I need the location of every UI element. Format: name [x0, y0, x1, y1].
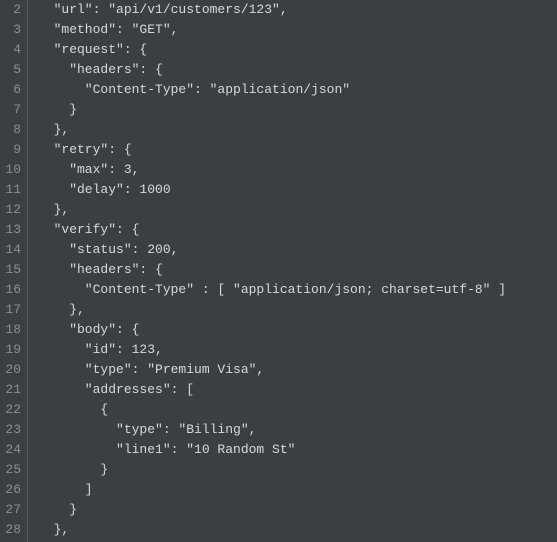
line-number: 5	[4, 60, 21, 80]
line-number: 3	[4, 20, 21, 40]
line-number: 6	[4, 80, 21, 100]
code-line[interactable]: },	[38, 520, 506, 540]
code-line[interactable]: }	[38, 500, 506, 520]
line-number: 19	[4, 340, 21, 360]
line-number: 8	[4, 120, 21, 140]
code-line[interactable]: "type": "Billing",	[38, 420, 506, 440]
line-number: 28	[4, 520, 21, 540]
code-line[interactable]: },	[38, 120, 506, 140]
code-line[interactable]: "Content-Type": "application/json"	[38, 80, 506, 100]
code-content[interactable]: "url": "api/v1/customers/123", "method":…	[28, 0, 506, 542]
code-line[interactable]: "status": 200,	[38, 240, 506, 260]
code-line[interactable]: "id": 123,	[38, 340, 506, 360]
code-line[interactable]: }	[38, 460, 506, 480]
code-line[interactable]: "headers": {	[38, 60, 506, 80]
code-line[interactable]: "body": {	[38, 320, 506, 340]
code-line[interactable]: },	[38, 300, 506, 320]
code-editor[interactable]: 2345678910111213141516171819202122232425…	[0, 0, 557, 542]
line-number: 13	[4, 220, 21, 240]
code-line[interactable]: },	[38, 200, 506, 220]
code-line[interactable]: "request": {	[38, 40, 506, 60]
line-number: 4	[4, 40, 21, 60]
code-line[interactable]: }	[38, 100, 506, 120]
code-line[interactable]: "line1": "10 Random St"	[38, 440, 506, 460]
code-line[interactable]: "Content-Type" : [ "application/json; ch…	[38, 280, 506, 300]
line-number: 2	[4, 0, 21, 20]
line-number: 17	[4, 300, 21, 320]
line-number: 9	[4, 140, 21, 160]
line-number: 25	[4, 460, 21, 480]
code-line[interactable]: "addresses": [	[38, 380, 506, 400]
code-line[interactable]: "max": 3,	[38, 160, 506, 180]
line-number: 12	[4, 200, 21, 220]
line-number: 14	[4, 240, 21, 260]
line-number: 15	[4, 260, 21, 280]
line-number: 23	[4, 420, 21, 440]
line-number: 11	[4, 180, 21, 200]
code-line[interactable]: "retry": {	[38, 140, 506, 160]
code-line[interactable]: ]	[38, 480, 506, 500]
code-line[interactable]: "headers": {	[38, 260, 506, 280]
line-number-gutter: 2345678910111213141516171819202122232425…	[0, 0, 28, 542]
code-line[interactable]: "delay": 1000	[38, 180, 506, 200]
line-number: 26	[4, 480, 21, 500]
line-number: 10	[4, 160, 21, 180]
line-number: 20	[4, 360, 21, 380]
line-number: 21	[4, 380, 21, 400]
line-number: 27	[4, 500, 21, 520]
line-number: 24	[4, 440, 21, 460]
code-line[interactable]: {	[38, 400, 506, 420]
code-line[interactable]: "verify": {	[38, 220, 506, 240]
line-number: 18	[4, 320, 21, 340]
line-number: 22	[4, 400, 21, 420]
code-line[interactable]: "method": "GET",	[38, 20, 506, 40]
code-line[interactable]: "url": "api/v1/customers/123",	[38, 0, 506, 20]
code-line[interactable]: "type": "Premium Visa",	[38, 360, 506, 380]
line-number: 16	[4, 280, 21, 300]
line-number: 7	[4, 100, 21, 120]
